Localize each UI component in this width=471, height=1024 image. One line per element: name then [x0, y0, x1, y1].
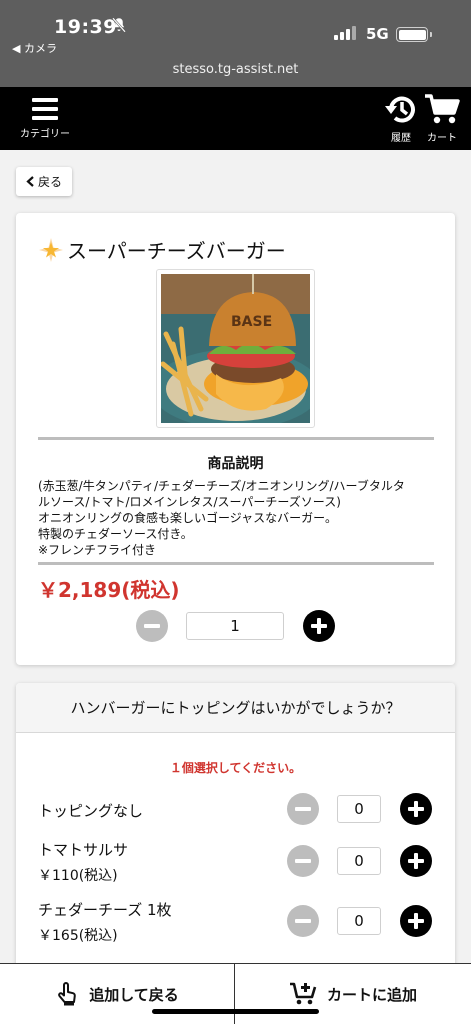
description-line: オニオンリングの食感も楽しいゴージャスなバーガー。: [38, 511, 338, 525]
topping-option-cheddar: チェダーチーズ 1枚: [38, 901, 172, 919]
add-and-back-label: 追加して戻る: [89, 985, 179, 1004]
cart-add-icon: [289, 982, 317, 1005]
topping-qty-input[interactable]: 0: [337, 847, 381, 875]
svg-text:BASE: BASE: [231, 314, 272, 330]
divider-top: [38, 437, 434, 440]
product-photo: BASE: [151, 269, 321, 429]
product-description: (赤玉葱/牛タンパティ/チェダーチーズ/オニオンリング/ハーブタルタ ルソース/…: [38, 478, 438, 558]
sparkle-star-icon: [39, 237, 63, 262]
quantity-stepper: 1: [16, 609, 455, 643]
chevron-left-icon: [26, 176, 34, 187]
description-line: (赤玉葱/牛タンパティ/チェダーチーズ/オニオンリング/ハーブタルタ: [38, 479, 405, 493]
network-type: 5G: [366, 25, 389, 43]
burger-photo-image: BASE: [151, 274, 321, 429]
battery-icon: [396, 27, 432, 42]
product-price: ￥2,189(税込): [38, 578, 180, 602]
topping-option-tomato-salsa: トマトサルサ: [38, 841, 129, 859]
topping-increase-button[interactable]: [400, 845, 432, 877]
home-indicator: [152, 1009, 319, 1014]
quantity-input[interactable]: 1: [186, 612, 284, 640]
status-bar: 19:39 ◀ カメラ 5G stesso.tg-assist.net: [0, 0, 471, 87]
history-icon: [385, 96, 415, 123]
category-menu-button[interactable]: カテゴリー: [15, 95, 75, 145]
description-line: 特製のチェダーソース付き。: [38, 527, 193, 541]
product-title: スーパーチーズバーガー: [38, 235, 286, 264]
topping-decrease-button[interactable]: [287, 905, 319, 937]
add-and-back-button[interactable]: 追加して戻る: [0, 964, 234, 1024]
minus-icon: [295, 859, 311, 863]
topping-decrease-button[interactable]: [287, 793, 319, 825]
minus-icon: [295, 919, 311, 923]
topping-increase-button[interactable]: [400, 905, 432, 937]
decrease-quantity-button[interactable]: [136, 610, 168, 642]
url-bar[interactable]: stesso.tg-assist.net: [0, 62, 471, 77]
minus-icon: [144, 624, 160, 628]
product-title-text: スーパーチーズバーガー: [67, 239, 286, 263]
topping-note: １個選択してください。: [169, 761, 302, 775]
increase-quantity-button[interactable]: [303, 610, 335, 642]
topping-option-price: ￥110(税込): [38, 868, 118, 884]
bell-off-icon: [112, 17, 126, 33]
topping-option-none: トッピングなし: [38, 802, 144, 820]
signal-icon: [334, 26, 356, 40]
tap-hand-icon: [58, 982, 77, 1006]
back-button[interactable]: 戻る: [16, 167, 72, 196]
add-to-cart-label: カートに追加: [326, 985, 417, 1004]
minus-icon: [295, 807, 311, 811]
back-label: 戻る: [37, 175, 62, 189]
cart-button[interactable]: カート: [422, 93, 462, 145]
add-to-cart-button[interactable]: カートに追加: [235, 964, 471, 1024]
status-time: 19:39: [54, 16, 117, 38]
category-label: カテゴリー: [20, 129, 70, 140]
description-line: ※フレンチフライ付き: [38, 543, 157, 557]
product-card: スーパーチーズバーガー BASE 商品説明 (赤玉葱/牛タンパティ/チェダーチー…: [16, 213, 455, 665]
topping-card: ハンバーガーにトッピングはいかがでしょうか？ １個選択してください。 トッピング…: [16, 683, 455, 983]
hamburger-icon: [32, 98, 58, 120]
history-label: 履歴: [391, 133, 411, 144]
cart-icon: [425, 94, 460, 124]
topping-decrease-button[interactable]: [287, 845, 319, 877]
topping-increase-button[interactable]: [400, 793, 432, 825]
bottom-action-bar: 追加して戻る カートに追加: [0, 963, 471, 1024]
divider-bottom: [38, 562, 434, 565]
description-line: ルソース/トマト/ロメインレタス/スーパーチーズソース): [38, 495, 341, 509]
app-header: カテゴリー 履歴 カート: [0, 87, 471, 150]
history-button[interactable]: 履歴: [383, 93, 419, 145]
topping-qty-input[interactable]: 0: [337, 795, 381, 823]
topping-qty-input[interactable]: 0: [337, 907, 381, 935]
back-to-app-link[interactable]: ◀ カメラ: [12, 40, 57, 56]
topping-option-price: ￥165(税込): [38, 928, 118, 944]
description-heading: 商品説明: [207, 456, 264, 472]
cart-label: カート: [427, 133, 457, 144]
topping-question: ハンバーガーにトッピングはいかがでしょうか？: [16, 683, 455, 733]
